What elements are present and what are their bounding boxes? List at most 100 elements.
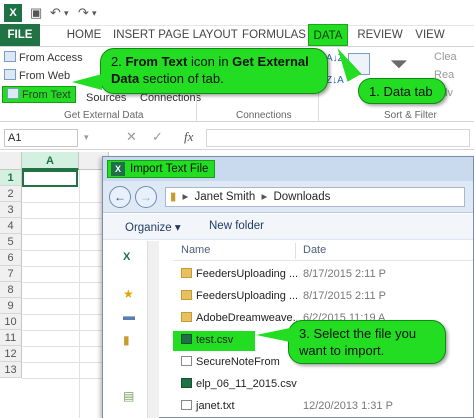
ribbon-tabs: FILE HOME INSERT PAGE LAYOUT FORMULAS DA… [0,24,474,46]
row-header[interactable]: 10 [0,314,22,330]
undo-icon[interactable]: ↶ [50,6,61,20]
tab-formulas[interactable]: FORMULAS [242,24,306,46]
formula-input[interactable] [206,129,470,147]
tab-review[interactable]: REVIEW [356,24,404,46]
document-icon [181,400,192,410]
row-header[interactable]: 8 [0,282,22,298]
gridline [22,250,102,251]
tab-insert[interactable]: INSERT [110,24,158,46]
tab-data[interactable]: DATA [308,24,348,46]
select-all-corner[interactable] [0,152,22,170]
file-name: test.csv [196,334,234,346]
folder-icon [181,268,192,278]
row-header[interactable]: 3 [0,202,22,218]
access-icon [4,51,16,62]
row-header[interactable]: 9 [0,298,22,314]
desktop-icon[interactable]: ▬ [123,309,135,323]
column-header-a[interactable]: A [22,152,79,170]
insert-function-icon[interactable]: fx [184,129,193,145]
gridline [79,170,80,418]
column-name[interactable]: Name [181,244,210,256]
callout-data-tab: 1. Data tab [358,78,446,104]
tab-view[interactable]: VIEW [410,24,450,46]
excel-logo-icon: X [4,4,22,22]
from-text-button[interactable]: From Text [2,86,76,103]
group-label-connections: Connections [236,110,292,121]
from-web-button[interactable]: From Web [4,69,70,82]
breadcrumb-downloads[interactable]: Downloads [273,191,330,203]
callout-text: 2. [111,54,126,69]
import-text-file-dialog: X Import Text File ← → ▮ ▸ Janet Smith ▸… [102,156,474,418]
gridline [22,234,102,235]
row-header[interactable]: 1 [0,170,22,186]
excel-nav-icon[interactable]: X [123,251,130,263]
downloads-folder-icon[interactable]: ▮ [123,333,130,347]
enter-icon[interactable]: ✓ [152,129,163,145]
tab-home[interactable]: HOME [62,24,106,46]
back-arrow-icon[interactable]: ← [109,186,131,208]
from-access-button[interactable]: From Access [4,51,83,64]
row-header[interactable]: 11 [0,330,22,346]
dialog-title: X Import Text File [107,160,216,178]
callout-text: section of tab. [139,71,224,86]
title-bar: X ▣ ↶ ▾ ↷ ▾ [0,0,474,26]
address-bar: ← → ▮ ▸ Janet Smith ▸ Downloads [103,181,473,213]
save-icon[interactable]: ▣ [30,6,42,20]
callout-bold-text: From Text [125,54,188,69]
callout-text: want to import. [299,343,385,358]
new-folder-button[interactable]: New folder [209,220,264,232]
row-header[interactable]: 12 [0,346,22,362]
undo-dropdown-icon[interactable]: ▾ [64,6,69,20]
filter-icon[interactable]: ⏷ [390,51,408,77]
row-header[interactable]: 2 [0,186,22,202]
dialog-toolbar: Organize ▾ New folder [103,214,473,240]
file-date: 8/17/2015 2:11 P [303,290,386,302]
breadcrumb-user[interactable]: Janet Smith [195,191,256,203]
organize-button[interactable]: Organize ▾ [125,220,181,234]
from-web-label: From Web [19,70,71,82]
favorites-star-icon[interactable]: ★ [123,287,134,301]
file-name: FeedersUploading ... [196,268,297,280]
cancel-icon[interactable]: ✕ [126,129,137,145]
forward-arrow-icon[interactable]: → [135,186,157,208]
path-breadcrumb[interactable]: ▮ ▸ Janet Smith ▸ Downloads [165,187,465,207]
folder-icon [181,312,192,322]
tab-file[interactable]: FILE [0,24,40,46]
web-icon [4,69,16,80]
file-name: janet.txt [196,400,235,412]
tab-page-layout[interactable]: PAGE LAYOUT [158,24,238,46]
row-header[interactable]: 13 [0,362,22,378]
redo-icon[interactable]: ↷ [78,6,89,20]
file-date: 12/20/2013 1:31 P [303,400,393,412]
file-name: AdobeDreamweave... [196,312,297,324]
clear-filter-button[interactable]: Clea [434,51,457,63]
gridline [22,378,102,379]
file-row-selected[interactable]: test.csv [173,331,255,351]
gridline [22,266,102,267]
callout-select-file: 3. Select the file you want to import. [288,320,446,364]
document-icon [181,356,192,366]
dialog-title-text: Import Text File [130,163,209,175]
libraries-icon[interactable]: ▤ [123,389,134,403]
gridline [22,282,102,283]
active-cell-a1[interactable] [22,170,78,187]
file-row[interactable]: FeedersUploading ... 8/17/2015 2:11 P [173,287,473,307]
row-header[interactable]: 6 [0,250,22,266]
row-header[interactable]: 4 [0,218,22,234]
row-header[interactable]: 5 [0,234,22,250]
file-row[interactable]: janet.txt 12/20/2013 1:31 P [173,397,473,417]
gridline [22,330,102,331]
nav-scrollbar[interactable] [147,241,159,418]
file-row[interactable]: FeedersUploading ... 8/17/2015 2:11 P [173,265,473,285]
column-date[interactable]: Date [303,244,326,256]
sort-za-icon[interactable]: Z↓A [326,75,344,86]
file-name: FeedersUploading ... [196,290,297,302]
file-row[interactable]: elp_06_11_2015.csv [173,375,473,395]
name-box[interactable]: A1 [4,129,78,147]
namebox-dropdown-icon[interactable]: ▾ [84,132,89,143]
callout-text: 3. Select the file you [299,326,417,341]
from-text-label: From Text [22,89,71,101]
row-header[interactable]: 7 [0,266,22,282]
column-separator [295,243,296,259]
redo-dropdown-icon[interactable]: ▾ [92,6,97,20]
